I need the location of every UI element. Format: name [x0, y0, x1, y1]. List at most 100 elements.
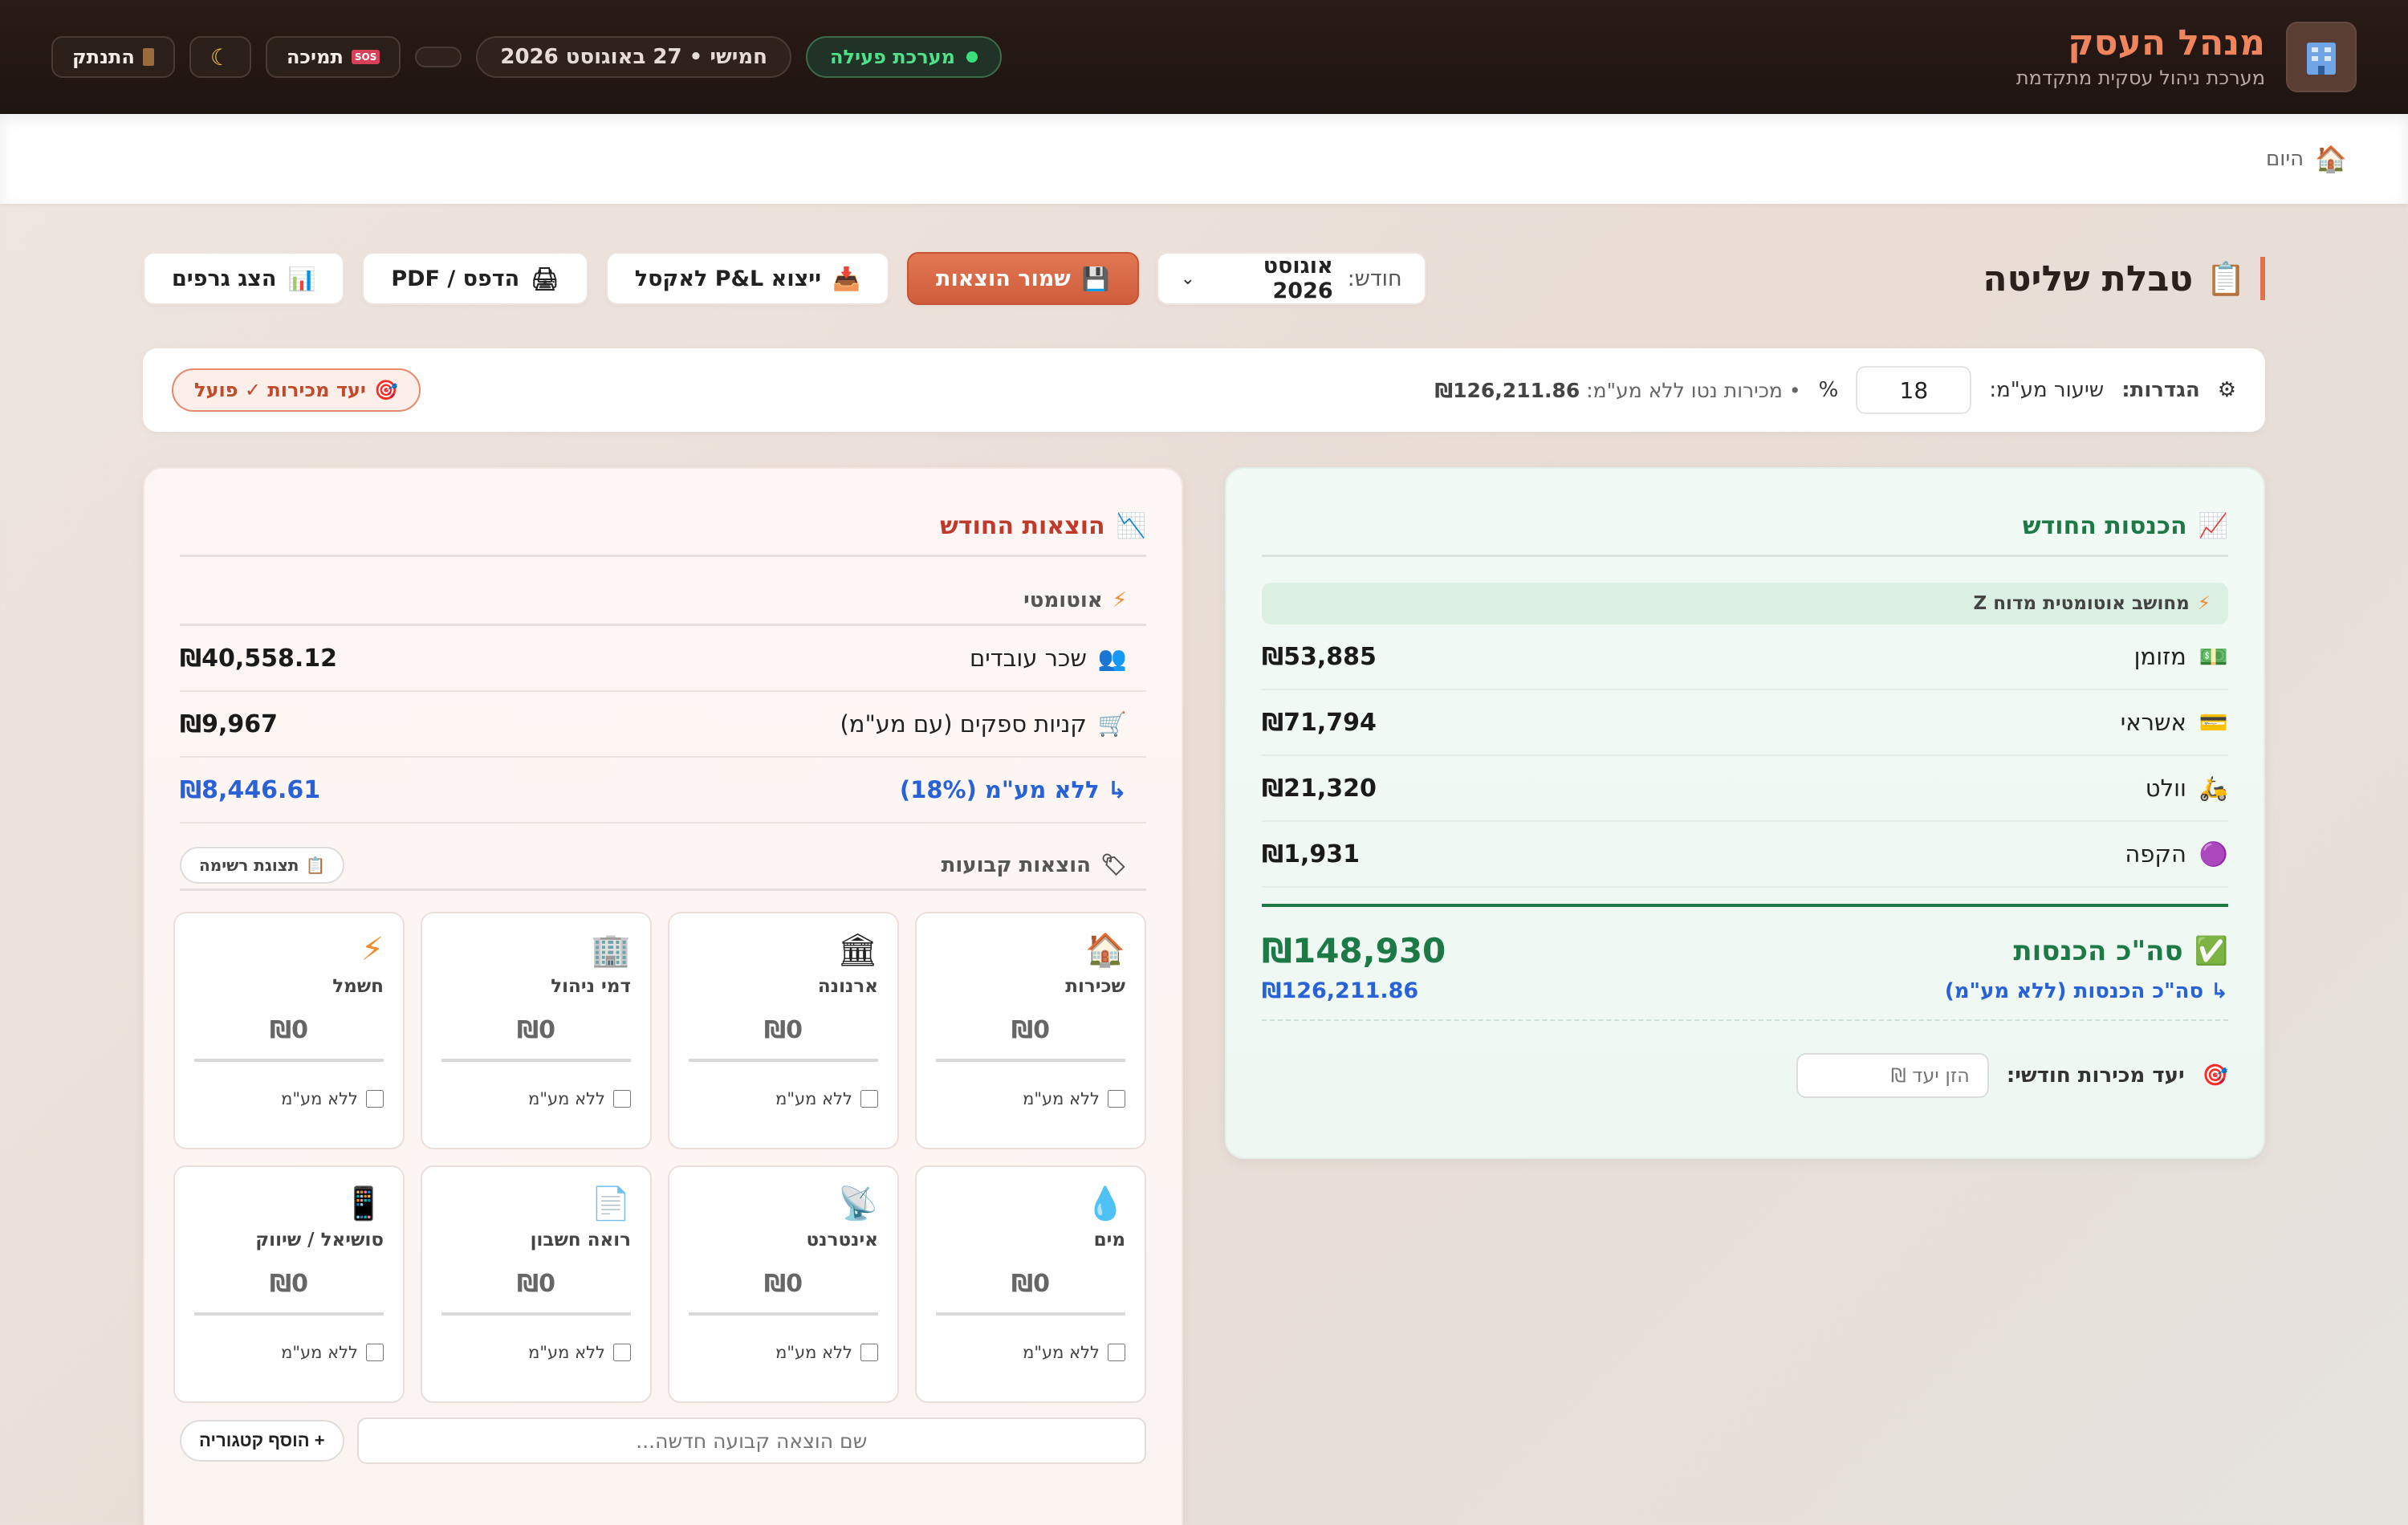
building-icon [2286, 22, 2357, 92]
moon-icon: ☾ [209, 43, 230, 71]
list-item: ↳ ללא מע"מ (18%) ₪8,446.61 [180, 758, 1146, 824]
income-value: ₪21,320 [1262, 774, 1377, 803]
tile-value[interactable]: ₪0 [441, 1270, 631, 1316]
expense-name: ↳ ללא מע"מ (18%) [899, 776, 1127, 803]
print-pdf-label: הדפס / PDF [391, 266, 520, 291]
no-vat-checkbox[interactable] [860, 1344, 878, 1361]
support-label: תמיכה [286, 46, 344, 68]
tile-value[interactable]: ₪0 [689, 1270, 878, 1316]
expense-value: ₪40,558.12 [180, 644, 338, 673]
no-vat-toggle[interactable]: ללא מע"מ [441, 1343, 631, 1362]
logout-button[interactable]: התנתק [51, 36, 175, 78]
breadcrumb-bar: 🏠 היום [0, 114, 2408, 204]
app-title: מנהל העסק [2068, 22, 2265, 63]
expenses-title-text: הוצאות החודש [940, 512, 1105, 540]
tile-value[interactable]: ₪0 [194, 1270, 384, 1316]
show-charts-button[interactable]: 📊 הצג גרפים [143, 252, 345, 305]
building-icon: 🏢 [591, 932, 631, 969]
tile-name: סושיאל / שיווק [255, 1230, 384, 1250]
auto-section-head: ⚡ אוטומטי [180, 576, 1146, 626]
tile-value[interactable]: ₪0 [441, 1016, 631, 1062]
income-net-label: ↳ סה"כ הכנסות (ללא מע"מ) [1944, 978, 2228, 1003]
breadcrumb[interactable]: 🏠 היום [2266, 144, 2347, 174]
tile-value[interactable]: ₪0 [936, 1016, 1125, 1062]
export-excel-button[interactable]: 📥 ייצוא P&L לאקסל [605, 252, 889, 305]
tile-value[interactable]: ₪0 [194, 1016, 384, 1062]
export-icon: 📥 [832, 265, 860, 292]
income-value: ₪53,885 [1262, 642, 1377, 671]
month-value: אוגוסט 2026 [1263, 254, 1333, 303]
chart-up-icon: 📈 [2198, 512, 2228, 540]
gear-icon: ⚙ [2217, 378, 2236, 402]
tile-name: רואה חשבון [530, 1230, 631, 1250]
save-expenses-label: שמור הוצאות [936, 266, 1071, 291]
print-pdf-button[interactable]: 🖨 הדפס / PDF [362, 252, 588, 305]
expense-tile[interactable]: 🏢 דמי ניהול ₪0 ללא מע"מ [421, 912, 652, 1149]
no-vat-label: ללא מע"מ [1023, 1089, 1100, 1108]
income-title: 📈 הכנסות החודש [1262, 504, 2228, 557]
list-view-button[interactable]: 📋 תצוגת רשימה [180, 846, 345, 884]
monthly-goal-label: יעד מכירות חודשי: [2006, 1063, 2185, 1088]
expense-tile[interactable]: ⚡ חשמל ₪0 ללא מע"מ [173, 912, 405, 1149]
new-expense-input[interactable] [356, 1417, 1146, 1464]
fixed-expenses-grid: 🏠 שכירות ₪0 ללא מע"מ 🏛 ארנונה ₪0 ללא מע"… [173, 912, 1146, 1403]
vat-rate-input[interactable] [1856, 366, 1972, 414]
no-vat-checkbox[interactable] [613, 1344, 631, 1361]
expense-name: קניות ספקים (עם מע"מ) [840, 710, 1087, 738]
breadcrumb-label: היום [2266, 147, 2304, 171]
tag-icon: 🏷 [1100, 852, 1127, 877]
no-vat-checkbox[interactable] [366, 1344, 384, 1361]
house-icon: 🏠 [1085, 932, 1125, 969]
tile-value[interactable]: ₪0 [689, 1016, 878, 1062]
sales-goal-badge[interactable]: 🎯 יעד מכירות ✓ פועל [172, 368, 421, 412]
no-vat-checkbox[interactable] [1108, 1344, 1125, 1361]
auto-calc-text: מחושב אוטומטית מדוח Z [1973, 593, 2190, 614]
no-vat-checkbox[interactable] [366, 1090, 384, 1108]
no-vat-toggle[interactable]: ללא מע"מ [194, 1089, 384, 1108]
sales-goal-badge-label: יעד מכירות ✓ פועל [194, 379, 366, 401]
no-vat-toggle[interactable]: ללא מע"מ [689, 1343, 878, 1362]
expense-tile[interactable]: 📄 רואה חשבון ₪0 ללא מע"מ [421, 1165, 652, 1403]
expenses-title: 📉 הוצאות החודש [180, 504, 1146, 557]
fixed-section-label: הוצאות קבועות [941, 852, 1091, 877]
auto-expenses-list: 👥 שכר עובדים ₪40,558.12 🛒 קניות ספקים (עם … [180, 626, 1146, 824]
expense-tile[interactable]: 🏛 ארנונה ₪0 ללא מע"מ [668, 912, 899, 1149]
expense-value: ₪8,446.61 [180, 775, 321, 804]
net-sales-summary: • מכירות נטו ללא מע"מ: ₪126,211.86 [1435, 379, 1801, 402]
no-vat-toggle[interactable]: ללא מע"מ [936, 1343, 1125, 1362]
lightning-icon: ⚡ [360, 931, 384, 968]
support-button[interactable]: SOS תמיכה [265, 36, 401, 78]
list-item: 👥 שכר עובדים ₪40,558.12 [180, 626, 1146, 692]
add-category-button[interactable]: + הוסף קטגוריה [180, 1420, 344, 1462]
theme-toggle-button[interactable]: ☾ [189, 36, 251, 78]
income-title-text: הכנסות החודש [2022, 512, 2187, 540]
save-expenses-button[interactable]: 💾 שמור הוצאות [907, 252, 1139, 305]
no-vat-toggle[interactable]: ללא מע"מ [441, 1089, 631, 1108]
credit-card-icon: 💳 [2199, 708, 2228, 736]
no-vat-checkbox[interactable] [613, 1090, 631, 1108]
sos-icon: SOS [351, 50, 380, 64]
income-name: מזומן [2133, 643, 2186, 670]
no-vat-checkbox[interactable] [860, 1090, 878, 1108]
show-charts-label: הצג גרפים [172, 266, 277, 291]
system-status-label: מערכת פעילה [830, 46, 956, 68]
expense-tile[interactable]: 📡 אינטרנט ₪0 ללא מע"מ [668, 1165, 899, 1403]
month-select[interactable]: חודש: אוגוסט 2026 ⌄ [1156, 252, 1426, 305]
status-dot-icon [966, 51, 978, 63]
expense-tile[interactable]: 💧 מים ₪0 ללא מע"מ [915, 1165, 1146, 1403]
no-vat-checkbox[interactable] [1108, 1090, 1125, 1108]
tile-name: ארנונה [817, 976, 878, 997]
chart-down-icon: 📉 [1116, 512, 1146, 540]
coin-icon: 🟣 [2199, 840, 2228, 868]
expense-tile[interactable]: 🏠 שכירות ₪0 ללא מע"מ [915, 912, 1146, 1149]
net-sales-label: • מכירות נטו ללא מע"מ: [1586, 378, 1801, 402]
no-vat-toggle[interactable]: ללא מע"מ [194, 1343, 384, 1362]
settings-label: הגדרות: [2121, 378, 2200, 402]
cash-icon: 💵 [2199, 642, 2228, 670]
no-vat-label: ללא מע"מ [281, 1343, 358, 1362]
no-vat-toggle[interactable]: ללא מע"מ [689, 1089, 878, 1108]
no-vat-toggle[interactable]: ללא מע"מ [936, 1089, 1125, 1108]
tile-value[interactable]: ₪0 [936, 1270, 1125, 1316]
monthly-goal-input[interactable] [1796, 1053, 1989, 1098]
expense-tile[interactable]: 📱 סושיאל / שיווק ₪0 ללא מע"מ [173, 1165, 405, 1403]
